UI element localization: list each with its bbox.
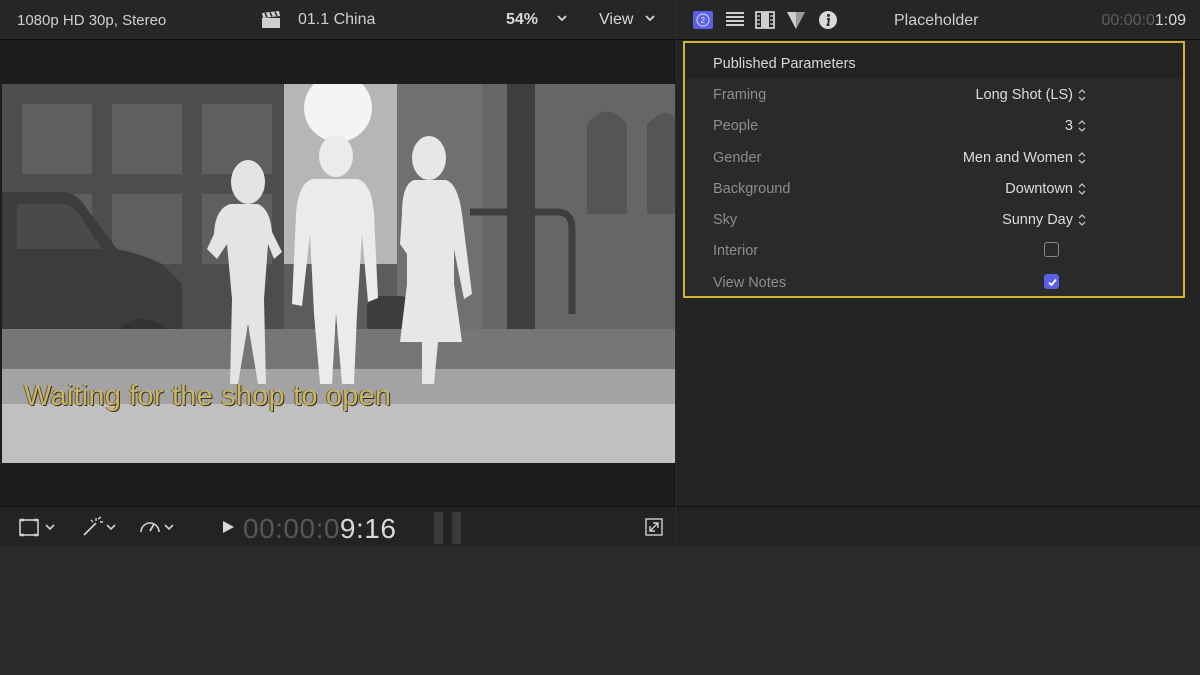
video-frame[interactable]: Waiting for the shop to open bbox=[2, 84, 675, 463]
crop-transform-icon[interactable] bbox=[18, 516, 60, 538]
param-value[interactable]: Long Shot (LS) bbox=[975, 87, 1073, 103]
param-label: Sky bbox=[713, 212, 738, 229]
film-inspector-icon[interactable] bbox=[754, 10, 776, 30]
inspector-duration: 00:00:01:09 bbox=[1101, 12, 1186, 29]
stepper-icon[interactable] bbox=[1077, 213, 1087, 227]
param-row-framing[interactable]: Framing Long Shot (LS) bbox=[685, 79, 1183, 110]
info-inspector-icon[interactable] bbox=[817, 10, 839, 30]
param-label: Framing bbox=[713, 87, 767, 103]
interior-checkbox[interactable] bbox=[1044, 242, 1059, 258]
viewer-timecode[interactable]: 00:00:09:16 bbox=[243, 513, 396, 545]
param-row-sky[interactable]: Sky Sunny Day bbox=[685, 204, 1183, 235]
caption-text: Waiting for the shop to open bbox=[24, 380, 392, 412]
stepper-icon[interactable] bbox=[1077, 119, 1087, 133]
param-row-people[interactable]: People 3 bbox=[685, 110, 1183, 141]
param-label: Gender bbox=[713, 149, 762, 166]
view-notes-checkbox[interactable] bbox=[1044, 273, 1059, 289]
format-label: 1080p HD 30p, Stereo bbox=[17, 12, 167, 29]
param-label: Background bbox=[713, 180, 791, 197]
text-inspector-icon[interactable] bbox=[724, 10, 746, 30]
param-row-view-notes: View Notes bbox=[685, 267, 1183, 298]
play-icon[interactable] bbox=[220, 516, 236, 538]
checkmark-icon bbox=[1048, 278, 1057, 287]
chevron-down-icon[interactable] bbox=[556, 12, 568, 24]
section-title: Published Parameters bbox=[685, 43, 1183, 79]
inspector-title: Placeholder bbox=[894, 12, 979, 29]
magic-wand-icon[interactable] bbox=[80, 516, 120, 538]
stepper-icon[interactable] bbox=[1077, 182, 1087, 196]
inspector: 2 Placeholder 00:00:01:09 Published Para… bbox=[676, 0, 1200, 546]
param-label: View Notes bbox=[713, 274, 787, 291]
timeline-area[interactable] bbox=[0, 547, 1200, 675]
viewer-footer: 00:00:09:16 bbox=[0, 506, 675, 546]
param-row-interior: Interior bbox=[685, 235, 1183, 266]
speedometer-icon[interactable] bbox=[138, 516, 178, 538]
zoom-level[interactable]: 54% bbox=[506, 11, 538, 29]
inspector-footer bbox=[676, 506, 1200, 546]
param-label: People bbox=[713, 118, 759, 135]
clapper-icon bbox=[262, 11, 280, 28]
inspector-header: 2 Placeholder 00:00:01:09 bbox=[676, 0, 1200, 40]
param-value[interactable]: Men and Women bbox=[963, 150, 1073, 166]
clip-name: 01.1 China bbox=[298, 11, 376, 28]
svg-text:2: 2 bbox=[701, 16, 706, 25]
param-value[interactable]: Downtown bbox=[1005, 181, 1073, 197]
stepper-icon[interactable] bbox=[1077, 151, 1087, 165]
audio-meter bbox=[434, 512, 462, 544]
published-parameters-section: Published Parameters Framing Long Shot (… bbox=[683, 41, 1185, 298]
view-menu[interactable]: View bbox=[599, 11, 633, 29]
viewer: 1080p HD 30p, Stereo 01.1 China 54% View bbox=[0, 0, 675, 546]
param-value[interactable]: 3 bbox=[1065, 118, 1073, 134]
fullscreen-icon[interactable] bbox=[644, 516, 664, 538]
chevron-down-icon[interactable] bbox=[644, 12, 656, 24]
param-row-background[interactable]: Background Downtown bbox=[685, 173, 1183, 204]
param-row-gender[interactable]: Gender Men and Women bbox=[685, 142, 1183, 173]
viewer-header: 1080p HD 30p, Stereo 01.1 China 54% View bbox=[0, 0, 675, 40]
generator-inspector-icon[interactable]: 2 bbox=[692, 10, 714, 30]
param-label: Interior bbox=[713, 243, 759, 260]
param-value[interactable]: Sunny Day bbox=[1002, 212, 1073, 228]
filter-inspector-icon[interactable] bbox=[785, 10, 807, 30]
stepper-icon[interactable] bbox=[1077, 88, 1087, 102]
